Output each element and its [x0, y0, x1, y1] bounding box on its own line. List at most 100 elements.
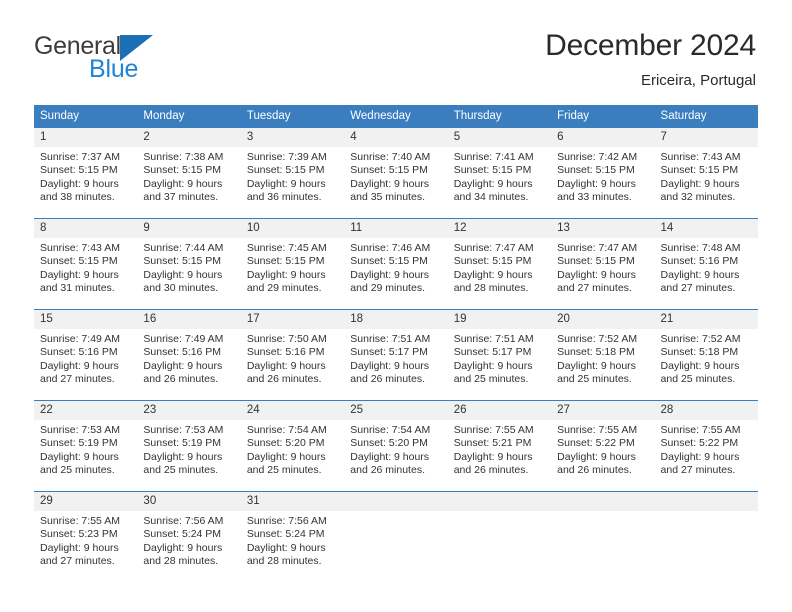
daylight-text-line1: Daylight: 9 hours [453, 359, 533, 372]
daylight-text-line2: and 26 minutes. [350, 464, 425, 477]
day-number[interactable]: 14 [655, 219, 758, 238]
day-cell[interactable]: Sunrise: 7:49 AM Sunset: 5:16 PM Dayligh… [137, 329, 240, 400]
daylight-text-line2: and 27 minutes. [40, 555, 115, 568]
day-number[interactable]: 17 [241, 310, 344, 329]
day-number[interactable]: 11 [344, 219, 447, 238]
daylight-text-line1: Daylight: 9 hours [660, 268, 740, 281]
daylight-text-line1: Daylight: 9 hours [246, 541, 326, 554]
day-cell[interactable]: Sunrise: 7:47 AM Sunset: 5:15 PM Dayligh… [551, 238, 654, 309]
day-number[interactable]: 3 [241, 128, 344, 147]
day-number[interactable]: 10 [241, 219, 344, 238]
day-number[interactable]: 20 [551, 310, 654, 329]
week-daynumber-row: 8 9 10 11 12 13 14 [34, 219, 758, 238]
sunset-text: Sunset: 5:15 PM [557, 255, 635, 268]
daylight-text-line2: and 25 minutes. [40, 464, 115, 477]
day-cell[interactable]: Sunrise: 7:51 AM Sunset: 5:17 PM Dayligh… [344, 329, 447, 400]
day-number[interactable]: 5 [448, 128, 551, 147]
day-cell[interactable]: Sunrise: 7:55 AM Sunset: 5:22 PM Dayligh… [655, 420, 758, 491]
day-number[interactable]: 29 [34, 492, 137, 511]
day-number[interactable]: 13 [551, 219, 654, 238]
day-cell[interactable]: Sunrise: 7:51 AM Sunset: 5:17 PM Dayligh… [448, 329, 551, 400]
day-cell[interactable]: Sunrise: 7:56 AM Sunset: 5:24 PM Dayligh… [241, 511, 344, 582]
day-number[interactable]: 26 [448, 401, 551, 420]
day-number[interactable]: 1 [34, 128, 137, 147]
day-cell[interactable]: Sunrise: 7:49 AM Sunset: 5:16 PM Dayligh… [34, 329, 137, 400]
day-number[interactable]: 24 [241, 401, 344, 420]
day-cell-empty [448, 511, 551, 582]
day-number[interactable]: 23 [137, 401, 240, 420]
sunset-text: Sunset: 5:19 PM [143, 437, 222, 450]
day-number[interactable]: 2 [137, 128, 240, 147]
sunset-text: Sunset: 5:22 PM [660, 437, 739, 450]
daylight-text-line2: and 33 minutes. [557, 191, 632, 204]
day-cell[interactable]: Sunrise: 7:53 AM Sunset: 5:19 PM Dayligh… [34, 420, 137, 491]
day-cell[interactable]: Sunrise: 7:54 AM Sunset: 5:20 PM Dayligh… [241, 420, 344, 491]
day-number[interactable]: 21 [655, 310, 758, 329]
daylight-text-line2: and 25 minutes. [453, 373, 529, 386]
sunrise-text: Sunrise: 7:41 AM [453, 151, 534, 163]
day-number[interactable]: 28 [655, 401, 758, 420]
sunrise-text: Sunrise: 7:39 AM [246, 151, 327, 163]
day-number[interactable]: 4 [344, 128, 447, 147]
sunrise-text: Sunrise: 7:47 AM [557, 242, 638, 254]
day-number-empty [448, 492, 551, 511]
day-number[interactable]: 9 [137, 219, 240, 238]
day-number[interactable]: 12 [448, 219, 551, 238]
day-number[interactable]: 8 [34, 219, 137, 238]
day-cell[interactable]: Sunrise: 7:56 AM Sunset: 5:24 PM Dayligh… [137, 511, 240, 582]
day-cell[interactable]: Sunrise: 7:53 AM Sunset: 5:19 PM Dayligh… [137, 420, 240, 491]
day-cell[interactable]: Sunrise: 7:39 AM Sunset: 5:15 PM Dayligh… [241, 147, 344, 218]
daylight-text-line1: Daylight: 9 hours [246, 177, 326, 190]
page-title: December 2024 [545, 29, 756, 62]
day-cell[interactable]: Sunrise: 7:48 AM Sunset: 5:16 PM Dayligh… [655, 238, 758, 309]
day-cell[interactable]: Sunrise: 7:44 AM Sunset: 5:15 PM Dayligh… [137, 238, 240, 309]
calendar-page: General Blue December 2024 Ericeira, Por… [0, 0, 792, 612]
day-number[interactable]: 16 [137, 310, 240, 329]
day-number[interactable]: 30 [137, 492, 240, 511]
day-cell[interactable]: Sunrise: 7:43 AM Sunset: 5:15 PM Dayligh… [655, 147, 758, 218]
general-blue-logo[interactable]: General Blue [34, 33, 214, 89]
day-number[interactable]: 19 [448, 310, 551, 329]
day-cell[interactable]: Sunrise: 7:50 AM Sunset: 5:16 PM Dayligh… [241, 329, 344, 400]
day-number[interactable]: 31 [241, 492, 344, 511]
day-number[interactable]: 6 [551, 128, 654, 147]
daylight-text-line2: and 37 minutes. [143, 191, 219, 204]
daylight-text-line1: Daylight: 9 hours [660, 359, 740, 372]
day-number[interactable]: 27 [551, 401, 654, 420]
sunrise-text: Sunrise: 7:56 AM [143, 515, 224, 527]
day-cell[interactable]: Sunrise: 7:54 AM Sunset: 5:20 PM Dayligh… [344, 420, 447, 491]
sunrise-text: Sunrise: 7:46 AM [350, 242, 431, 254]
daylight-text-line2: and 32 minutes. [660, 191, 736, 204]
day-cell[interactable]: Sunrise: 7:55 AM Sunset: 5:22 PM Dayligh… [551, 420, 654, 491]
day-number[interactable]: 18 [344, 310, 447, 329]
sunrise-text: Sunrise: 7:54 AM [246, 424, 327, 436]
day-cell[interactable]: Sunrise: 7:55 AM Sunset: 5:23 PM Dayligh… [34, 511, 137, 582]
day-cell[interactable]: Sunrise: 7:45 AM Sunset: 5:15 PM Dayligh… [241, 238, 344, 309]
daylight-text-line1: Daylight: 9 hours [40, 177, 119, 190]
sunrise-text: Sunrise: 7:43 AM [40, 242, 120, 254]
day-cell[interactable]: Sunrise: 7:41 AM Sunset: 5:15 PM Dayligh… [448, 147, 551, 218]
day-cell[interactable]: Sunrise: 7:47 AM Sunset: 5:15 PM Dayligh… [448, 238, 551, 309]
weekday-header-saturday: Saturday [660, 110, 707, 122]
weekday-header-monday: Monday [143, 110, 185, 122]
sunset-text: Sunset: 5:19 PM [40, 437, 118, 450]
day-cell[interactable]: Sunrise: 7:37 AM Sunset: 5:15 PM Dayligh… [34, 147, 137, 218]
daylight-text-line1: Daylight: 9 hours [40, 359, 119, 372]
day-number[interactable]: 22 [34, 401, 137, 420]
day-number[interactable]: 25 [344, 401, 447, 420]
day-cell[interactable]: Sunrise: 7:52 AM Sunset: 5:18 PM Dayligh… [655, 329, 758, 400]
sunset-text: Sunset: 5:15 PM [350, 255, 428, 268]
day-number[interactable]: 15 [34, 310, 137, 329]
day-cell[interactable]: Sunrise: 7:40 AM Sunset: 5:15 PM Dayligh… [344, 147, 447, 218]
daylight-text-line1: Daylight: 9 hours [453, 450, 533, 463]
day-cell[interactable]: Sunrise: 7:52 AM Sunset: 5:18 PM Dayligh… [551, 329, 654, 400]
sunrise-text: Sunrise: 7:43 AM [660, 151, 741, 163]
day-number[interactable]: 7 [655, 128, 758, 147]
day-cell[interactable]: Sunrise: 7:43 AM Sunset: 5:15 PM Dayligh… [34, 238, 137, 309]
day-cell[interactable]: Sunrise: 7:42 AM Sunset: 5:15 PM Dayligh… [551, 147, 654, 218]
daylight-text-line1: Daylight: 9 hours [557, 359, 636, 372]
day-cell[interactable]: Sunrise: 7:46 AM Sunset: 5:15 PM Dayligh… [344, 238, 447, 309]
day-cell[interactable]: Sunrise: 7:55 AM Sunset: 5:21 PM Dayligh… [448, 420, 551, 491]
sunrise-text: Sunrise: 7:52 AM [557, 333, 638, 345]
day-cell[interactable]: Sunrise: 7:38 AM Sunset: 5:15 PM Dayligh… [137, 147, 240, 218]
